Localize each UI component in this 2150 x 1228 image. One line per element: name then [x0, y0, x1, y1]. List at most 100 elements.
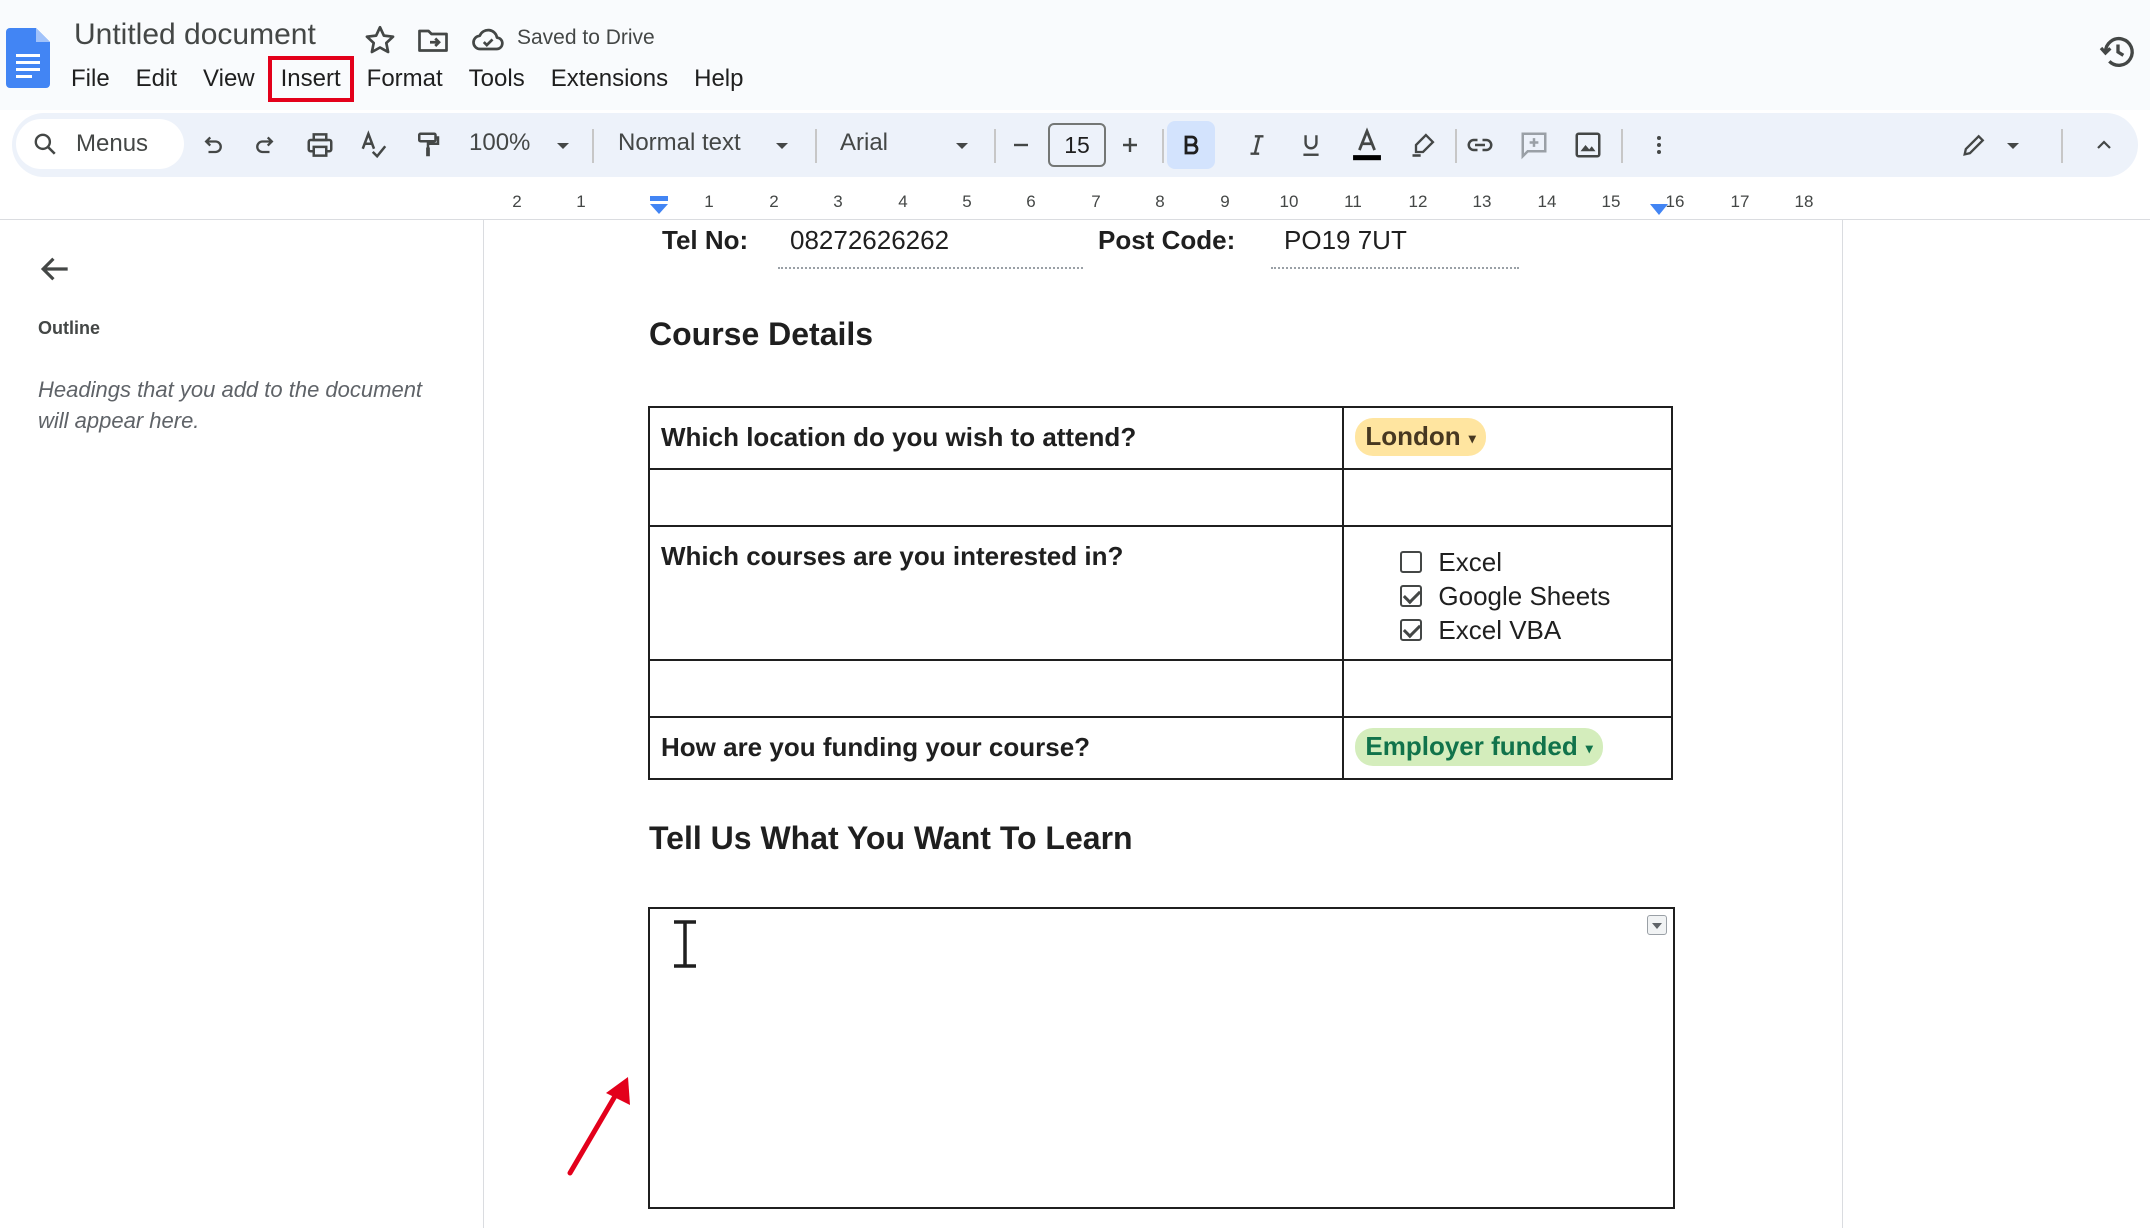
editing-mode-pencil-icon — [1963, 134, 1985, 156]
menu-edit[interactable]: Edit — [127, 60, 186, 98]
paint-format-button[interactable] — [408, 125, 448, 165]
toolbar-divider — [1621, 129, 1623, 163]
save-status[interactable]: Saved to Drive — [517, 26, 655, 50]
funding-value: Employer funded — [1365, 731, 1578, 761]
table-row: Which courses are you interested in? Exc… — [647, 525, 1673, 661]
ruler-label: 14 — [1537, 192, 1557, 211]
empty-cell[interactable] — [1342, 468, 1673, 527]
cloud-saved-icon[interactable] — [470, 22, 506, 58]
empty-cell[interactable] — [647, 659, 1345, 718]
editing-mode-chevron-down-icon[interactable] — [2005, 141, 2021, 151]
menubar: File Edit View Insert Format Tools Exten… — [62, 56, 760, 102]
undo-button[interactable] — [192, 125, 232, 165]
collapse-toolbar-button[interactable] — [2084, 125, 2124, 165]
learn-text-box[interactable] — [648, 907, 1675, 1209]
style-chevron-down-icon[interactable] — [774, 141, 790, 151]
tel-label: Tel No: — [662, 225, 749, 255]
courses-checklist: Excel Google Sheets Excel VBA — [1355, 535, 1660, 651]
underline-button[interactable] — [1291, 125, 1331, 165]
ruler-label: 12 — [1408, 192, 1428, 211]
table-row — [647, 659, 1673, 718]
courses-answer-cell: Excel Google Sheets Excel VBA — [1342, 525, 1673, 661]
font-size-input[interactable]: 15 — [1048, 123, 1106, 167]
back-arrow-icon[interactable] — [36, 250, 74, 288]
right-indent-marker-icon[interactable] — [1649, 202, 1669, 218]
editing-mode-button[interactable] — [1954, 125, 1994, 165]
history-icon[interactable] — [2098, 32, 2138, 72]
location-answer-cell[interactable]: London ▾ — [1342, 406, 1673, 470]
menu-file[interactable]: File — [62, 60, 119, 98]
more-options-button[interactable] — [1639, 125, 1679, 165]
ruler-label: 2 — [769, 192, 779, 211]
ruler-label: 6 — [1026, 192, 1036, 211]
funding-question[interactable]: How are you funding your course? — [647, 716, 1345, 780]
toolbar-divider — [1162, 129, 1164, 163]
minus-icon — [1014, 143, 1028, 147]
postcode-field[interactable]: PO19 7UT — [1284, 225, 1407, 256]
checkbox-excel-vba[interactable] — [1400, 619, 1423, 641]
increase-font-size-button[interactable] — [1110, 125, 1150, 165]
ruler-label: 9 — [1220, 192, 1230, 211]
italic-button[interactable] — [1237, 125, 1277, 165]
menu-view[interactable]: View — [194, 60, 264, 98]
checkbox-excel[interactable] — [1400, 551, 1423, 573]
red-annotation-arrow-icon — [567, 1077, 630, 1176]
empty-cell[interactable] — [1342, 659, 1673, 718]
docs-logo-icon[interactable] — [6, 28, 50, 88]
ruler-label: 8 — [1155, 192, 1165, 211]
highlight-color-button[interactable] — [1403, 125, 1443, 165]
add-comment-icon — [1521, 132, 1547, 160]
move-folder-icon[interactable] — [415, 22, 451, 58]
decrease-font-size-button[interactable] — [1001, 125, 1041, 165]
checkbox-google-sheets[interactable] — [1400, 585, 1423, 607]
cell-dropdown-icon[interactable] — [1647, 915, 1667, 935]
outline-label: Outline — [38, 318, 100, 338]
font-chevron-down-icon[interactable] — [954, 141, 970, 151]
document-title[interactable]: Untitled document — [74, 18, 316, 52]
font-select[interactable]: Arial — [840, 129, 888, 157]
location-question[interactable]: Which location do you wish to attend? — [647, 406, 1345, 470]
paragraph-style-select[interactable]: Normal text — [618, 129, 741, 157]
bold-button[interactable] — [1167, 121, 1215, 169]
menus-search-button[interactable]: Menus — [16, 119, 184, 169]
link-icon — [1467, 138, 1493, 152]
page-edge — [483, 220, 484, 1228]
horizontal-ruler[interactable]: 2 1 1 2 3 4 5 6 7 8 9 10 11 12 13 14 15 … — [483, 188, 1843, 220]
location-dropdown-chip[interactable]: London ▾ — [1355, 418, 1486, 457]
insert-image-button[interactable] — [1568, 125, 1608, 165]
menu-format[interactable]: Format — [358, 60, 452, 98]
tel-field[interactable]: 08272626262 — [790, 225, 949, 256]
checklist-item-label: Google Sheets — [1438, 580, 1611, 611]
text-color-icon — [1353, 127, 1381, 161]
add-comment-button[interactable] — [1514, 125, 1554, 165]
funding-answer-cell[interactable]: Employer funded ▾ — [1342, 716, 1673, 780]
courses-question[interactable]: Which courses are you interested in? — [647, 525, 1345, 661]
menu-extensions[interactable]: Extensions — [542, 60, 677, 98]
zoom-chevron-down-icon[interactable] — [555, 141, 571, 151]
ruler-label: 4 — [898, 192, 908, 211]
collapse-chevron-icon — [2097, 140, 2111, 149]
more-vert-icon — [1657, 136, 1661, 154]
redo-button[interactable] — [246, 125, 286, 165]
zoom-select[interactable]: 100% — [469, 129, 530, 157]
bold-icon — [1184, 135, 1199, 155]
postcode-underline — [1271, 267, 1519, 269]
print-button[interactable] — [300, 125, 340, 165]
text-color-button[interactable] — [1347, 125, 1387, 165]
print-icon — [307, 133, 333, 157]
menu-insert[interactable]: Insert — [267, 56, 354, 102]
checklist-item: Excel VBA — [1400, 613, 1660, 647]
menu-tools[interactable]: Tools — [460, 60, 534, 98]
docs-window: Untitled document Saved to Drive File Ed… — [0, 0, 2150, 1228]
ruler-label: 18 — [1794, 192, 1814, 211]
spellcheck-button[interactable] — [354, 125, 394, 165]
left-indent-marker-icon[interactable] — [649, 196, 669, 218]
menu-help[interactable]: Help — [685, 60, 752, 98]
star-icon[interactable] — [362, 22, 398, 58]
funding-dropdown-chip[interactable]: Employer funded ▾ — [1355, 728, 1603, 767]
insert-link-button[interactable] — [1460, 125, 1500, 165]
empty-cell[interactable] — [647, 468, 1345, 527]
ruler-label: 1 — [576, 192, 586, 211]
checklist-item-label: Excel VBA — [1438, 614, 1562, 645]
checklist-item: Excel — [1400, 545, 1660, 579]
